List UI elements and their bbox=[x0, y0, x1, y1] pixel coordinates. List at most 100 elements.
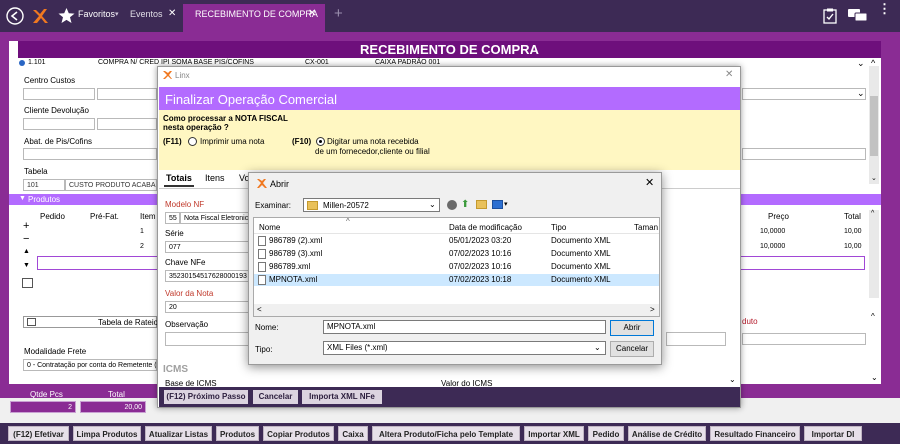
cfop-desc[interactable]: COMPRA N/ CRED IPI SOMA BASE PIS/COFINS bbox=[98, 59, 254, 66]
total-2[interactable]: 10,00 bbox=[844, 243, 862, 250]
col-nome[interactable]: Nome bbox=[259, 223, 280, 232]
serie-field[interactable]: 077 bbox=[165, 241, 252, 253]
tipo-select[interactable]: XML Files (*.xml) ⌄ bbox=[323, 341, 606, 355]
centro-custos-code[interactable] bbox=[23, 88, 95, 100]
f10-radio[interactable] bbox=[316, 137, 325, 146]
close-icon[interactable]: ✕ bbox=[168, 8, 176, 19]
observacao-field[interactable] bbox=[165, 332, 252, 346]
tab-favoritos[interactable]: Favoritos bbox=[78, 9, 115, 19]
preco-2[interactable]: 10,0000 bbox=[760, 243, 785, 250]
valor-field[interactable]: 20 bbox=[165, 301, 252, 313]
total-1[interactable]: 10,00 bbox=[844, 228, 862, 235]
scrollbar[interactable]: ⌄ bbox=[869, 66, 879, 184]
chave-field[interactable]: 35230154517628000193 bbox=[165, 270, 252, 282]
cancelar-button[interactable]: Cancelar bbox=[610, 341, 654, 357]
resultado-financeiro-button[interactable]: Resultado Financeiro bbox=[710, 426, 800, 441]
copiar-produtos-button[interactable]: Copiar Produtos bbox=[263, 426, 334, 441]
scroll-down-icon[interactable]: ⌄ bbox=[729, 375, 736, 384]
tabela-name[interactable]: CUSTO PRODUTO ACABADO bbox=[65, 179, 157, 191]
file-row-selected[interactable]: MPNOTA.xml 07/02/2023 10:18 Documento XM… bbox=[254, 274, 659, 286]
move-up-icon[interactable]: ▲ bbox=[23, 248, 30, 255]
col-data[interactable]: Data de modificação bbox=[449, 223, 522, 232]
tabela-code[interactable]: 101 bbox=[23, 179, 65, 191]
remove-row-icon[interactable]: − bbox=[23, 233, 29, 245]
chevron-down-icon[interactable]: ⌄ bbox=[857, 88, 865, 99]
caixa-code[interactable]: CX-001 bbox=[305, 59, 329, 66]
folder-select[interactable]: Millen-20572 ⌄ bbox=[303, 198, 440, 212]
abat-field[interactable] bbox=[23, 148, 157, 160]
chevron-down-icon[interactable]: ▾ bbox=[115, 10, 119, 18]
analise-credito-button[interactable]: Análise de Crédito bbox=[628, 426, 706, 441]
item-1[interactable]: 1 bbox=[140, 228, 144, 235]
tab-eventos[interactable]: Eventos bbox=[130, 9, 163, 19]
cliente-devolucao-name[interactable] bbox=[97, 118, 157, 130]
chevron-down-icon[interactable]: ⌄ bbox=[857, 58, 865, 69]
close-icon[interactable]: ✕ bbox=[308, 8, 316, 19]
grid-icon[interactable] bbox=[22, 278, 33, 288]
right-field[interactable] bbox=[742, 148, 866, 160]
scroll-down-icon[interactable]: ⌄ bbox=[871, 373, 878, 382]
horizontal-scrollbar[interactable]: < > bbox=[254, 304, 659, 316]
tab-recebimento[interactable]: RECEBIMENTO DE COMPRA ✕ bbox=[183, 4, 325, 32]
f11-radio[interactable] bbox=[188, 137, 197, 146]
item-2[interactable]: 2 bbox=[140, 243, 144, 250]
file-row[interactable]: 986789 (2).xml 05/01/2023 03:20 Document… bbox=[254, 235, 659, 247]
chat-icon[interactable] bbox=[848, 9, 868, 23]
add-tab-icon[interactable]: + bbox=[334, 5, 343, 22]
sort-icon[interactable]: ^ bbox=[346, 217, 350, 226]
back-icon[interactable] bbox=[6, 7, 24, 25]
altera-produto-button[interactable]: Altera Produto/Ficha pelo Template bbox=[372, 426, 520, 441]
f11-label[interactable]: Imprimir uma nota bbox=[200, 137, 264, 146]
limpa-produtos-button[interactable]: Limpa Produtos bbox=[73, 426, 141, 441]
importa-xml-button[interactable]: Importa XML NFe bbox=[302, 390, 382, 404]
col-tamanho[interactable]: Taman bbox=[634, 223, 658, 232]
modalidade-select[interactable]: 0 - Contratação por conta do Remetente (… bbox=[23, 359, 157, 371]
observacao-right[interactable] bbox=[666, 332, 726, 346]
tab-totais[interactable]: Totais bbox=[166, 173, 192, 183]
right-lower-field[interactable] bbox=[742, 333, 866, 345]
close-icon[interactable]: ✕ bbox=[645, 176, 654, 189]
tabela-rateio-button[interactable]: Tabela de Rateio bbox=[23, 316, 158, 328]
chevron-down-icon[interactable]: ▾ bbox=[504, 200, 508, 208]
file-row[interactable]: 986789.xml 07/02/2023 10:16 Documento XM… bbox=[254, 261, 659, 273]
scroll-left-icon[interactable]: < bbox=[257, 305, 262, 314]
centro-custos-name[interactable] bbox=[97, 88, 157, 100]
tab-itens[interactable]: Itens bbox=[205, 173, 225, 183]
cliente-devolucao-code[interactable] bbox=[23, 118, 95, 130]
file-row[interactable]: 986789 (3).xml 07/02/2023 10:16 Document… bbox=[254, 248, 659, 260]
new-folder-icon[interactable] bbox=[476, 200, 487, 209]
scroll-up-icon[interactable]: ^ bbox=[871, 210, 874, 217]
preco-1[interactable]: 10,0000 bbox=[760, 228, 785, 235]
add-row-icon[interactable]: + bbox=[23, 220, 29, 232]
f10-label-line1[interactable]: Digitar uma nota recebida bbox=[327, 137, 419, 146]
caixa-name[interactable]: CAIXA PADRÃO 001 bbox=[375, 59, 440, 66]
clipboard-icon[interactable] bbox=[823, 8, 837, 24]
triangle-down-icon[interactable]: ▼ bbox=[19, 195, 26, 202]
scroll-right-icon[interactable]: > bbox=[650, 305, 655, 314]
up-folder-icon[interactable]: ⬆ bbox=[461, 199, 469, 210]
importar-xml-button[interactable]: Importar XML bbox=[524, 426, 584, 441]
col-tipo[interactable]: Tipo bbox=[551, 223, 566, 232]
scroll-up-icon[interactable]: ^ bbox=[871, 312, 875, 321]
back-nav-icon[interactable] bbox=[447, 200, 457, 210]
modelo-code[interactable]: 55 bbox=[165, 212, 180, 224]
efetivar-button[interactable]: (F12) Efetivar bbox=[8, 426, 69, 441]
scroll-down-icon[interactable]: ⌄ bbox=[871, 174, 877, 182]
produtos-button[interactable]: Produtos bbox=[216, 426, 259, 441]
view-menu-icon[interactable] bbox=[492, 200, 503, 209]
cancelar-button[interactable]: Cancelar bbox=[253, 390, 298, 404]
abrir-button[interactable]: Abrir bbox=[610, 320, 654, 336]
importar-di-button[interactable]: Importar DI bbox=[804, 426, 862, 441]
close-icon[interactable]: ✕ bbox=[725, 69, 733, 80]
atualizar-listas-button[interactable]: Atualizar Listas bbox=[145, 426, 212, 441]
nome-input[interactable]: MPNOTA.xml bbox=[323, 320, 606, 334]
scrollbar[interactable]: ^ bbox=[869, 210, 879, 298]
modelo-desc[interactable]: Nota Fiscal Eletronica bbox=[180, 212, 252, 224]
right-select[interactable] bbox=[742, 88, 866, 100]
proximo-passo-button[interactable]: (F12) Próximo Passo bbox=[164, 390, 248, 404]
caixa-button[interactable]: Caixa bbox=[338, 426, 368, 441]
move-down-icon[interactable]: ▼ bbox=[23, 262, 30, 269]
pedido-button[interactable]: Pedido bbox=[588, 426, 624, 441]
more-vertical-icon[interactable]: ⋮ bbox=[878, 2, 891, 15]
star-icon[interactable] bbox=[58, 7, 75, 24]
